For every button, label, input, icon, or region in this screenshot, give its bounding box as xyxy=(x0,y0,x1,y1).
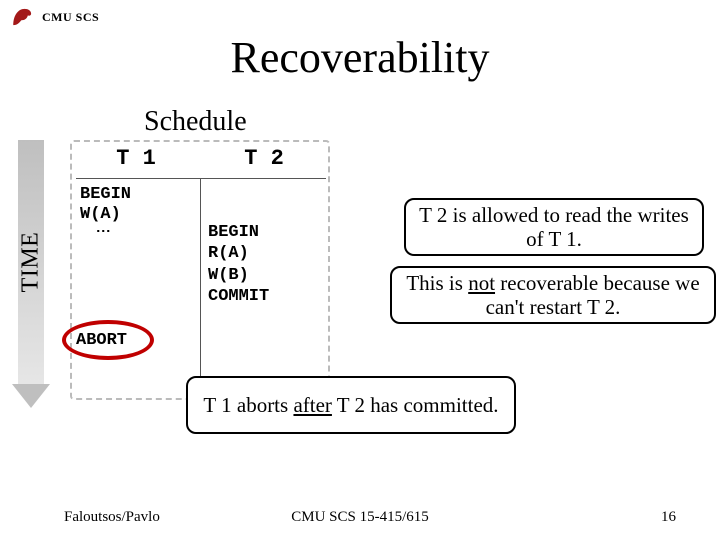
callout-text: This is not recoverable because we can't… xyxy=(402,271,704,319)
t1-op-write-a: W(A) xyxy=(80,204,121,225)
t1-op-begin: BEGIN xyxy=(80,184,131,205)
column-header-t1: T 1 xyxy=(72,146,200,171)
t2-ops: BEGIN R(A) W(B) COMMIT xyxy=(208,222,269,307)
column-separator xyxy=(200,178,201,396)
footer-page-number: 16 xyxy=(661,509,676,526)
callout-text: T 2 is allowed to read the writes of T 1… xyxy=(416,203,692,251)
callout-read-allowed: T 2 is allowed to read the writes of T 1… xyxy=(404,198,704,256)
slide-header: CMU SCS xyxy=(10,4,99,30)
schedule-grid: T 1 T 2 BEGIN W(A) ⋮ BEGIN R(A) W(B) COM… xyxy=(70,140,330,400)
callout-not-recoverable: This is not recoverable because we can't… xyxy=(390,266,716,324)
callout-text: T 1 aborts after T 2 has committed. xyxy=(203,393,498,417)
schedule-label: Schedule xyxy=(144,106,247,138)
header-separator xyxy=(76,178,326,179)
abort-highlight-oval xyxy=(62,320,154,360)
t1-ellipsis: ⋮ xyxy=(98,224,105,238)
column-header-t2: T 2 xyxy=(200,146,328,171)
org-label: CMU SCS xyxy=(42,10,99,25)
griffin-logo-icon xyxy=(10,4,36,30)
footer-course: CMU SCS 15-415/615 xyxy=(0,509,720,526)
callout-abort-after-commit: T 1 aborts after T 2 has committed. xyxy=(186,376,516,434)
time-axis-arrow: TIME xyxy=(12,140,50,410)
time-axis-label: TIME xyxy=(18,232,45,293)
slide-title: Recoverability xyxy=(0,32,720,83)
